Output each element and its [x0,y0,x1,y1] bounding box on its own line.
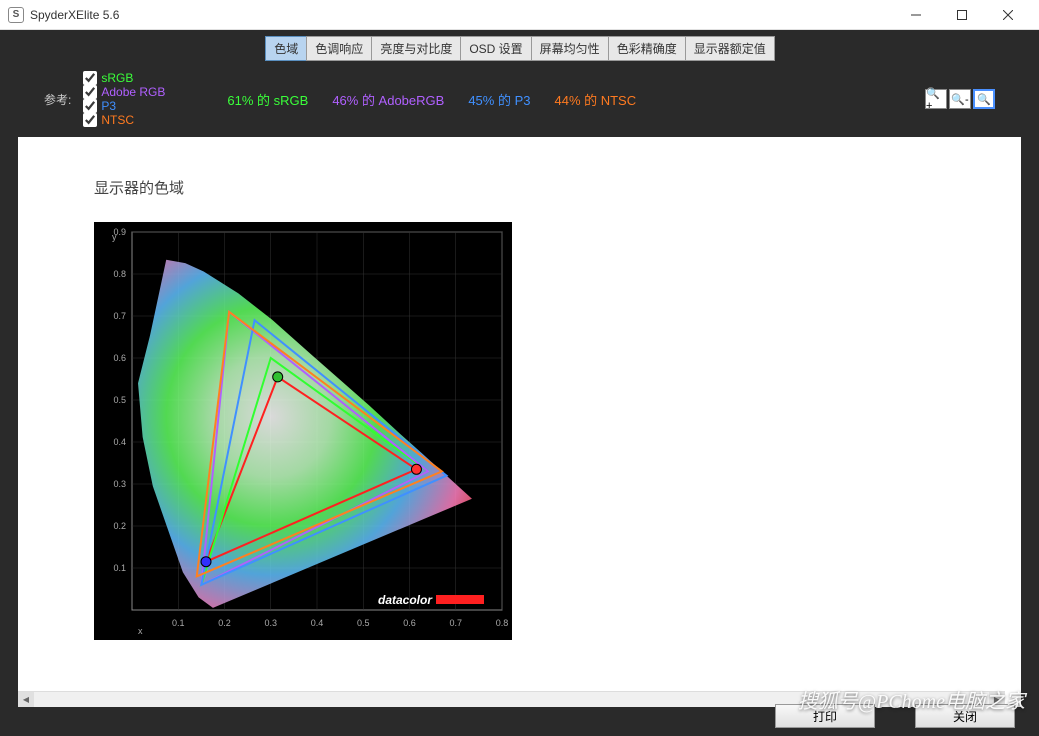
stat-2: 45% 的 P3 [468,93,530,108]
stat-3: 44% 的 NTSC [554,93,636,108]
svg-text:y: y [112,232,117,242]
checkbox-label: Adobe RGB [101,85,165,99]
titlebar: S SpyderXElite 5.6 [0,0,1039,30]
zoom-out-button[interactable]: 🔍- [949,89,971,109]
svg-text:0.1: 0.1 [172,618,185,628]
tab-6[interactable]: 显示器额定值 [685,36,775,61]
tab-3[interactable]: OSD 设置 [460,36,531,61]
content-area: 显示器的色域 0.1 0.2 0.3 0.4 0.5 0.6 0.7 0.8 0.1 0.2 0.3… [18,137,1021,707]
svg-text:0.3: 0.3 [113,479,126,489]
tab-row: 色域色调响应亮度与对比度OSD 设置屏幕均匀性色彩精确度显示器额定值 [4,34,1035,65]
tab-0[interactable]: 色域 [265,36,307,61]
content-title: 显示器的色域 [94,177,1021,198]
zoom-reset-button[interactable]: 🔍 [973,89,995,109]
bottom-buttons: 打印 关闭 [775,704,1015,728]
svg-text:0.1: 0.1 [113,563,126,573]
checkbox-input[interactable] [83,113,97,127]
stat-0: 61% 的 sRGB [227,93,308,108]
app-icon: S [8,7,24,23]
svg-text:0.8: 0.8 [496,618,509,628]
svg-text:0.3: 0.3 [264,618,277,628]
svg-text:0.5: 0.5 [113,395,126,405]
gamut-chart: 0.1 0.2 0.3 0.4 0.5 0.6 0.7 0.8 0.1 0.2 0.3 0.4 0.5 0… [94,222,512,640]
close-panel-button[interactable]: 关闭 [915,704,1015,728]
svg-text:0.8: 0.8 [113,269,126,279]
ref-checkbox-srgb[interactable]: sRGB [83,71,165,85]
checkbox-input[interactable] [83,71,97,85]
svg-text:0.6: 0.6 [113,353,126,363]
svg-text:0.2: 0.2 [113,521,126,531]
svg-text:0.4: 0.4 [113,437,126,447]
svg-text:0.5: 0.5 [357,618,370,628]
svg-text:0.4: 0.4 [311,618,324,628]
scroll-left-arrow[interactable]: ◀ [18,692,34,708]
tab-5[interactable]: 色彩精确度 [608,36,686,61]
checkbox-label: P3 [101,99,116,113]
svg-text:datacolor: datacolor [378,593,433,607]
checkbox-label: sRGB [101,71,133,85]
print-button[interactable]: 打印 [775,704,875,728]
zoom-in-button[interactable]: 🔍+ [925,89,947,109]
stat-1: 46% 的 AdobeRGB [332,93,444,108]
ref-checkbox-adobergb[interactable]: Adobe RGB [83,85,165,99]
svg-text:0.2: 0.2 [218,618,231,628]
svg-text:0.7: 0.7 [113,311,126,321]
window-title: SpyderXElite 5.6 [30,8,119,22]
tab-4[interactable]: 屏幕均匀性 [531,36,609,61]
tab-2[interactable]: 亮度与对比度 [371,36,461,61]
minimize-button[interactable] [893,0,939,30]
ref-checkbox-p3[interactable]: P3 [83,99,165,113]
tab-1[interactable]: 色调响应 [306,36,372,61]
app-body: 色域色调响应亮度与对比度OSD 设置屏幕均匀性色彩精确度显示器额定值 参考: s… [0,30,1039,736]
close-button[interactable] [985,0,1031,30]
svg-text:0.6: 0.6 [403,618,416,628]
svg-text:0.7: 0.7 [449,618,462,628]
svg-text:x: x [138,626,143,636]
maximize-button[interactable] [939,0,985,30]
zoom-tools: 🔍+ 🔍- 🔍 [925,89,995,109]
checkbox-input[interactable] [83,99,97,113]
checkbox-label: NTSC [101,113,134,127]
ref-checkbox-ntsc[interactable]: NTSC [83,113,165,127]
checkbox-input[interactable] [83,85,97,99]
reference-label: 参考: [44,91,71,108]
option-row: 参考: sRGBAdobe RGBP3NTSC 61% 的 sRGB 46% 的 … [4,65,1035,137]
